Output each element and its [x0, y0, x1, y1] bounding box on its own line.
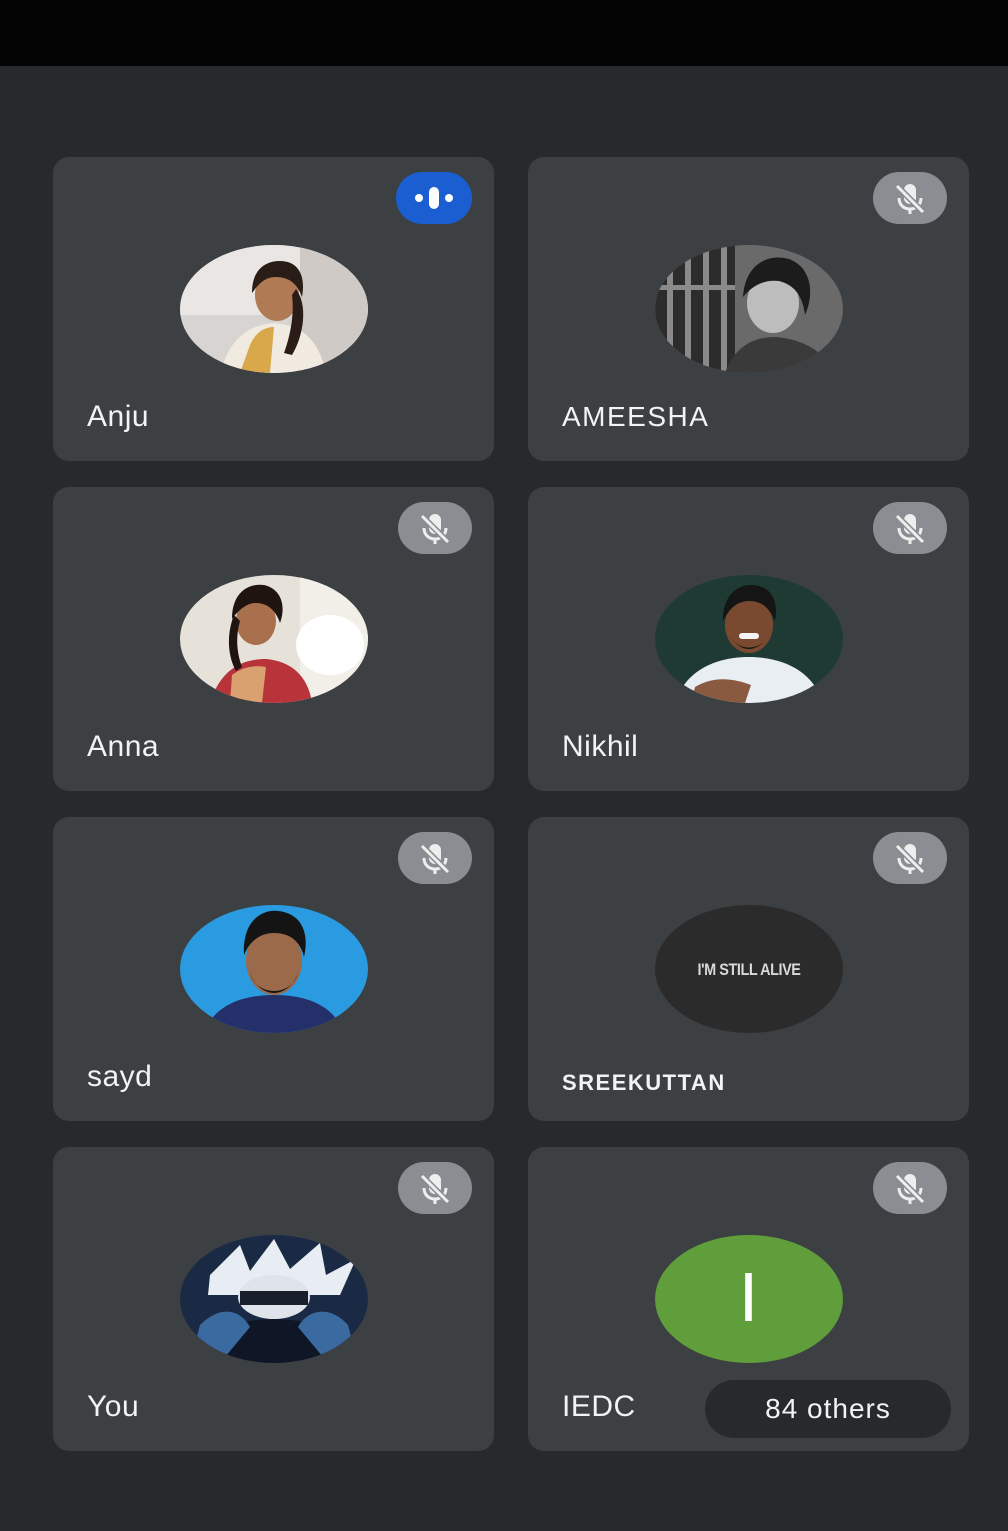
mic-off-icon [419, 513, 451, 545]
speaking-indicator [396, 172, 472, 224]
mic-off-icon [894, 513, 926, 545]
participant-name: Anju [87, 400, 150, 433]
avatar-anju [179, 245, 368, 373]
avatar-caption: I'M STILL ALIVE [696, 960, 801, 979]
mute-indicator [873, 832, 947, 884]
participant-name: IEDC [562, 1390, 636, 1423]
participant-tile-you[interactable]: You [53, 1147, 494, 1451]
mute-indicator [873, 1162, 947, 1214]
participant-tile-ameesha[interactable]: AMEESHA [528, 157, 969, 461]
audio-level-icon [415, 187, 453, 209]
participant-name: Nikhil [562, 730, 639, 763]
mute-indicator [398, 832, 472, 884]
participant-grid: Anju AMEESHA Anna Nikhil sayd I'M STILL … [53, 157, 969, 1451]
avatar-anna [179, 575, 368, 703]
mute-indicator [398, 502, 472, 554]
participant-tile-sayd[interactable]: sayd [53, 817, 494, 1121]
mute-indicator [873, 172, 947, 224]
participant-name: SREEKUTTAN [562, 1070, 726, 1095]
avatar-nikhil [654, 575, 843, 703]
participant-name: AMEESHA [562, 401, 710, 432]
mic-off-icon [419, 843, 451, 875]
avatar-sreekuttan: I'M STILL ALIVE [654, 905, 843, 1033]
status-bar [0, 0, 1008, 66]
mute-indicator [873, 502, 947, 554]
avatar-sayd [179, 905, 368, 1033]
mic-off-icon [419, 1173, 451, 1205]
mute-indicator [398, 1162, 472, 1214]
mic-off-icon [894, 1173, 926, 1205]
avatar-ameesha [654, 245, 843, 373]
mic-off-icon [894, 843, 926, 875]
avatar-you [179, 1235, 368, 1363]
participant-name: sayd [87, 1060, 153, 1093]
participant-tile-nikhil[interactable]: Nikhil [528, 487, 969, 791]
avatar-initial: I [738, 1258, 759, 1336]
avatar-iedc: I [654, 1235, 843, 1363]
mic-off-icon [894, 183, 926, 215]
participant-name: You [87, 1390, 140, 1423]
participant-tile-sreekuttan[interactable]: I'M STILL ALIVE SREEKUTTAN [528, 817, 969, 1121]
participant-tile-anna[interactable]: Anna [53, 487, 494, 791]
participant-tile-anju[interactable]: Anju [53, 157, 494, 461]
participant-tile-iedc[interactable]: I IEDC 84 others [528, 1147, 969, 1451]
participant-name: Anna [87, 730, 160, 763]
others-count-button[interactable]: 84 others [705, 1380, 951, 1438]
